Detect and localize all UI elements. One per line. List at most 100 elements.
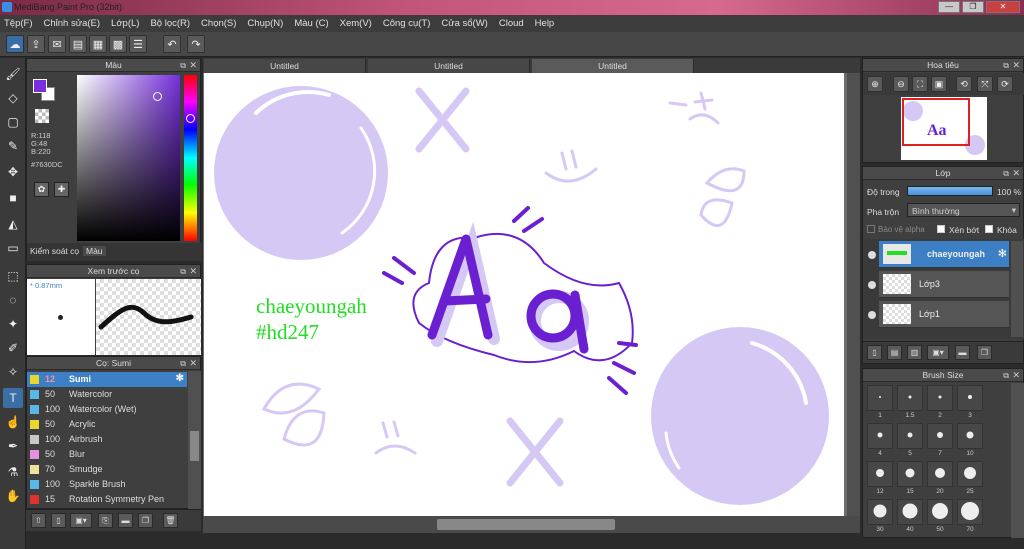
operation-tool-icon[interactable]: ☝ [3, 412, 23, 432]
brush-size-cell[interactable] [867, 385, 893, 411]
brush-item[interactable]: 50 Acrylic [27, 417, 187, 432]
eye-icon[interactable] [868, 251, 876, 259]
menu-layer[interactable]: Lớp(L) [111, 18, 139, 29]
navigator-thumbnail[interactable]: Aa [901, 97, 987, 160]
undock-icon[interactable]: ⧉ [1003, 167, 1009, 180]
new-layer-8bit-icon[interactable]: ▥ [907, 345, 922, 360]
list-icon[interactable]: ☰ [129, 35, 147, 53]
grid-icon[interactable]: ▩ [109, 35, 127, 53]
upload-icon[interactable]: ⇪ [27, 35, 45, 53]
new-brush-icon[interactable]: ▯ [51, 513, 66, 528]
hue-slider[interactable] [184, 75, 197, 241]
brush-list-scroll-thumb[interactable] [190, 431, 199, 461]
menu-select[interactable]: Chọn(S) [201, 18, 236, 29]
brush-size-cell[interactable] [927, 423, 953, 449]
menu-filter[interactable]: Bộ lọc(R) [150, 18, 190, 29]
brush-item[interactable]: 12 Sumi ✻ [27, 372, 187, 387]
lasso-tool-icon[interactable]: ◌ [3, 290, 23, 310]
layer-folder-icon[interactable]: ▬ [955, 345, 970, 360]
panel-close-icon[interactable]: ✕ [1012, 167, 1020, 180]
drawing-canvas[interactable]: chaeyoungah #hd247 [204, 73, 844, 516]
brush-size-cell[interactable] [927, 461, 953, 487]
brush-size-cell[interactable] [867, 499, 893, 525]
menu-tools[interactable]: Công cụ(T) [383, 18, 431, 29]
zoom-in-icon[interactable]: ⊕ [867, 76, 883, 92]
add-layer-dropdown-icon[interactable]: ▣▾ [927, 345, 949, 360]
pen-tool-icon[interactable]: ✎ [3, 136, 23, 156]
canvas-vertical-scrollbar[interactable] [847, 73, 860, 516]
panel-close-icon[interactable]: ✕ [189, 265, 197, 278]
document-tab-1[interactable]: Untitled [204, 59, 366, 73]
close-button[interactable]: ✕ [986, 1, 1020, 13]
lock-checkbox[interactable] [985, 225, 993, 233]
brush-item[interactable]: 100 Airbrush [27, 432, 187, 447]
panel-close-icon[interactable]: ✕ [1012, 369, 1020, 382]
new-layer-icon[interactable]: ▯ [867, 345, 882, 360]
comment-icon[interactable]: ✉ [48, 35, 66, 53]
trash-icon[interactable]: 🗑 [163, 513, 178, 528]
brush-item[interactable]: 15 Rotation Symmetry Pen [27, 492, 187, 507]
maximize-button[interactable]: ❐ [962, 1, 984, 13]
undo-icon[interactable]: ↶ [163, 35, 181, 53]
hand-tool-icon[interactable]: ✋ [3, 486, 23, 506]
brush-size-cell[interactable] [957, 461, 983, 487]
clipping-checkbox[interactable] [937, 225, 945, 233]
actual-size-icon[interactable]: ▣ [931, 76, 947, 92]
panel-close-icon[interactable]: ✕ [189, 357, 197, 370]
fill-rect-tool-icon[interactable]: ■ [3, 188, 23, 208]
brush-size-cell[interactable] [927, 499, 953, 525]
brush-item[interactable]: 50 Watercolor [27, 387, 187, 402]
menu-cloud[interactable]: Cloud [499, 18, 524, 29]
saturation-value-picker[interactable] [77, 75, 180, 241]
bucket-tool-icon[interactable]: ◭ [3, 214, 23, 234]
hue-slider-handle[interactable] [186, 114, 195, 123]
flip-icon[interactable]: ⤧ [977, 76, 993, 92]
menu-help[interactable]: Help [535, 18, 555, 29]
folder-icon[interactable]: ▬ [118, 513, 133, 528]
brush-size-scrollbar[interactable] [1011, 383, 1024, 538]
brush-size-cell[interactable] [897, 499, 923, 525]
undock-icon[interactable]: ⧉ [180, 265, 186, 278]
brush-item[interactable]: 100 Sparkle Brush [27, 477, 187, 492]
brush-list-scrollbar[interactable] [188, 371, 201, 509]
canvas-horizontal-scrollbar[interactable] [203, 516, 860, 533]
brush-size-cell[interactable] [897, 423, 923, 449]
brush-item[interactable]: 100 Watercolor (Wet) [27, 402, 187, 417]
panel-close-icon[interactable]: ✕ [189, 59, 197, 72]
copy-brush-icon[interactable]: ⎘ [98, 513, 113, 528]
canvas-scroll-thumb[interactable] [437, 519, 615, 530]
eyedropper-icon[interactable]: ⚗ [3, 462, 23, 482]
menu-color[interactable]: Màu (C) [294, 18, 328, 29]
panel-close-icon[interactable]: ✕ [1012, 59, 1020, 72]
add-brush-dropdown-icon[interactable]: ▣▾ [70, 513, 92, 528]
brush-size-cell[interactable] [957, 499, 983, 525]
undock-icon[interactable]: ⧉ [180, 357, 186, 370]
primary-color-swatch[interactable] [33, 79, 47, 93]
move-tool-icon[interactable]: ✥ [3, 162, 23, 182]
zoom-out-icon[interactable]: ⊖ [893, 76, 909, 92]
fit-icon[interactable]: ⛶ [912, 76, 928, 92]
transparent-swatch[interactable] [35, 109, 49, 123]
duplicate-icon[interactable]: ❐ [138, 513, 153, 528]
layer-row[interactable]: Lớp3 [879, 271, 1009, 298]
menu-window[interactable]: Cửa sổ(W) [441, 18, 487, 29]
gradient-tool-icon[interactable]: ▭ [3, 238, 23, 258]
brush-size-cell[interactable] [957, 423, 983, 449]
rotate-right-icon[interactable]: ⟳ [997, 76, 1013, 92]
undock-icon[interactable]: ⧉ [1003, 369, 1009, 382]
protect-alpha-checkbox[interactable] [867, 225, 875, 233]
gear-icon[interactable]: ✻ [998, 247, 1007, 260]
palette-add-icon[interactable]: ✚ [54, 182, 69, 197]
menu-view[interactable]: Xem(V) [340, 18, 372, 29]
brush-item[interactable]: 70 Smudge [27, 462, 187, 477]
opacity-slider[interactable] [907, 186, 993, 196]
eye-icon[interactable] [868, 281, 876, 289]
brush-size-cell[interactable] [867, 461, 893, 487]
layer-list-scrollbar[interactable] [1011, 241, 1023, 337]
brush-size-cell[interactable] [957, 385, 983, 411]
brush-size-cell[interactable] [867, 423, 893, 449]
layer-row[interactable]: Lớp1 [879, 301, 1009, 328]
select-eraser-icon[interactable]: ✧ [3, 362, 23, 382]
document-icon[interactable]: ▤ [69, 35, 87, 53]
rectangle-tool-icon[interactable]: ▢ [3, 112, 23, 132]
